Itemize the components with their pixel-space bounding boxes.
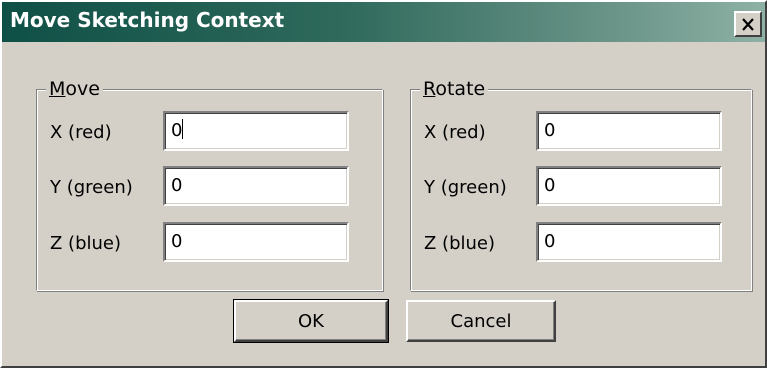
title-bar[interactable]: Move Sketching Context	[2, 2, 765, 42]
move-y-label: Y (green)	[50, 177, 133, 198]
text-caret	[182, 119, 184, 139]
ok-button[interactable]: OK	[233, 299, 389, 343]
move-x-label: X (red)	[50, 122, 112, 143]
rotate-x-label: X (red)	[424, 122, 486, 143]
rotate-x-value: 0	[544, 120, 556, 141]
rotate-hotkey: R	[423, 78, 436, 100]
window-title: Move Sketching Context	[10, 8, 285, 32]
move-label-rest: ove	[65, 78, 100, 100]
move-z-input[interactable]: 0	[163, 222, 349, 262]
rotate-y-label: Y (green)	[424, 177, 507, 198]
move-sketching-context-dialog: Move Sketching Context Move X (red) 0 Y …	[0, 0, 767, 368]
move-z-label: Z (blue)	[50, 233, 122, 254]
rotate-group: Rotate X (red) 0 Y (green) 0 Z (blue) 0	[410, 77, 752, 291]
cancel-button[interactable]: Cancel	[406, 300, 556, 342]
move-group-label: Move	[46, 77, 103, 101]
rotate-z-value: 0	[544, 231, 556, 252]
close-button[interactable]	[734, 11, 762, 37]
rotate-z-input[interactable]: 0	[536, 222, 722, 262]
rotate-group-label: Rotate	[420, 77, 489, 101]
move-group: Move X (red) 0 Y (green) 0 Z (blue) 0	[36, 77, 383, 291]
move-y-value: 0	[171, 175, 183, 196]
rotate-x-input[interactable]: 0	[536, 111, 722, 151]
move-y-input[interactable]: 0	[163, 166, 349, 206]
rotate-z-label: Z (blue)	[424, 233, 496, 254]
rotate-label-rest: otate	[435, 78, 486, 100]
move-x-input[interactable]: 0	[163, 111, 349, 151]
move-x-value: 0	[171, 120, 183, 141]
move-z-value: 0	[171, 231, 183, 252]
rotate-y-value: 0	[544, 175, 556, 196]
rotate-y-input[interactable]: 0	[536, 166, 722, 206]
move-hotkey: M	[49, 78, 66, 100]
close-icon	[742, 17, 754, 31]
